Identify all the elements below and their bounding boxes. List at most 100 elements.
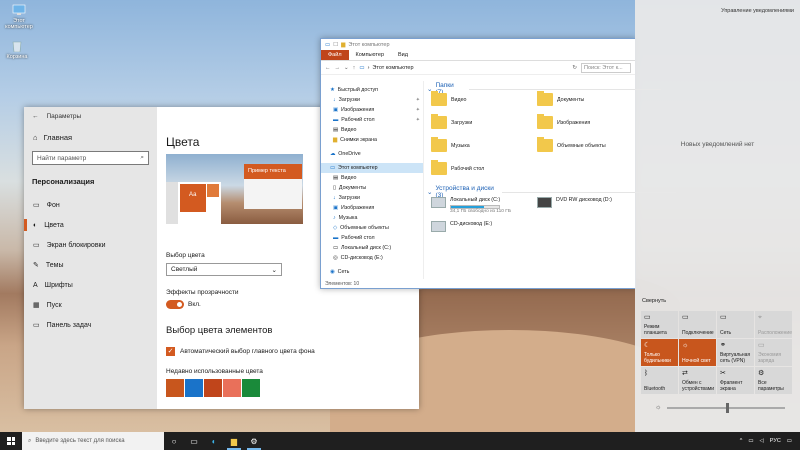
chevron-down-icon[interactable]: ⌄	[344, 65, 349, 71]
quick-action-location[interactable]: ⌖ Расположение	[755, 311, 792, 338]
start-button[interactable]	[0, 432, 22, 450]
slider-thumb[interactable]	[726, 402, 730, 413]
nav-pc-music[interactable]: ♪ Музыка	[321, 213, 423, 223]
moon-icon: ☾	[644, 342, 651, 349]
settings-nav-fonts[interactable]: A Шрифты	[24, 275, 157, 295]
nav-pc-3d-objects[interactable]: ◇ Объемные объекты	[321, 223, 423, 233]
brightness-slider[interactable]: ☼	[655, 402, 785, 413]
address-bar[interactable]: ▭ › Этот компьютер	[359, 63, 568, 73]
tab-view[interactable]: Вид	[391, 50, 415, 60]
color-swatch[interactable]	[166, 379, 184, 397]
settings-nav-themes[interactable]: ✎ Темы	[24, 255, 157, 275]
taskbar-app-explorer[interactable]: ▆	[224, 432, 244, 450]
folder-item[interactable]: Загрузки	[431, 114, 472, 129]
settings-nav-start[interactable]: ▦ Пуск	[24, 295, 157, 315]
task-view-button[interactable]: ○	[164, 432, 184, 450]
folder-item[interactable]: Видео	[431, 91, 466, 106]
cloud-icon: ☁	[330, 151, 336, 157]
nav-pc-documents[interactable]: ▯ Документы	[321, 183, 423, 193]
language-indicator[interactable]: РУС	[770, 438, 781, 444]
auto-accent-checkbox[interactable]: ✓ Автоматический выбор главного цвета фо…	[166, 347, 315, 356]
refresh-icon[interactable]: ↻	[572, 65, 577, 71]
settings-search-input[interactable]: Найти параметр ⌕	[32, 151, 149, 165]
back-icon[interactable]: ←	[325, 65, 331, 71]
drive-c[interactable]: Локальный диск (C:) 34,1 ГБ свободно из …	[431, 197, 511, 214]
windows-logo-icon	[7, 437, 15, 445]
settings-nav-background[interactable]: ▭ Фон	[24, 195, 157, 215]
volume-icon[interactable]: ◁	[760, 438, 764, 444]
nav-onedrive[interactable]: ☁ OneDrive	[321, 149, 423, 159]
explorer-search-input[interactable]: Поиск: Этот к...	[581, 62, 631, 73]
nav-network[interactable]: ◉ Сеть	[321, 267, 423, 277]
taskbar-app-edge[interactable]: ◐	[204, 432, 224, 450]
settings-nav-lock-screen[interactable]: ▭ Экран блокировки	[24, 235, 157, 255]
properties-icon[interactable]: ☐	[333, 42, 338, 48]
quick-action-vpn[interactable]: ⚭ Виртуальная сеть (VPN)	[717, 339, 754, 366]
nav-pc-videos[interactable]: ▤ Видео	[321, 173, 423, 183]
forward-icon[interactable]: →	[335, 65, 341, 71]
drive-icon: ▭	[333, 245, 339, 251]
notification-icon[interactable]: ▭	[787, 438, 792, 444]
settings-nav-colors[interactable]: ◐ Цвета	[24, 215, 157, 235]
color-swatch[interactable]	[242, 379, 260, 397]
quick-action-bluetooth[interactable]: ᛒ Bluetooth	[641, 367, 678, 394]
slider-track[interactable]	[667, 402, 785, 413]
settings-home-link[interactable]: ⌂ Главная	[24, 125, 157, 142]
nav-this-pc[interactable]: ▭ Этот компьютер	[321, 163, 423, 173]
chevron-up-icon[interactable]: ^	[740, 438, 743, 444]
nav-screenshots[interactable]: ▆ Снимки экрана	[321, 135, 423, 145]
drive-label: Локальный диск (C:)	[450, 197, 501, 203]
nav-videos[interactable]: ▤ Видео	[321, 125, 423, 135]
quick-action-screen-snip[interactable]: ✂ Фрагмент экрана	[717, 367, 754, 394]
folder-item[interactable]: Музыка	[431, 137, 470, 152]
nav-desktop[interactable]: ▬ Рабочий стол ✦	[321, 115, 423, 125]
transparency-toggle[interactable]: Вкл.	[166, 300, 201, 309]
nav-pc-pictures[interactable]: ▣ Изображения	[321, 203, 423, 213]
quick-action-alarms-only[interactable]: ☾ Только будильники	[641, 339, 678, 366]
quick-action-all-settings[interactable]: ⚙ Все параметры	[755, 367, 792, 394]
new-folder-icon[interactable]: ▆	[341, 42, 345, 48]
drive-d[interactable]: DVD RW дисковод (D:)	[537, 197, 612, 208]
taskbar-search-box[interactable]: ⌕ Введите здесь текст для поиска	[22, 432, 164, 450]
quick-action-network[interactable]: ▭ Сеть	[717, 311, 754, 338]
collapse-link[interactable]: Свернуть	[642, 298, 666, 304]
quick-action-tablet-mode[interactable]: ▭ Режим планшета	[641, 311, 678, 338]
nav-pc-drive-c[interactable]: ▭ Локальный диск (C:)	[321, 243, 423, 253]
recycle-bin-icon	[10, 40, 24, 53]
color-swatch[interactable]	[204, 379, 222, 397]
drive-e[interactable]: CD-дисковод (E:)	[431, 221, 492, 232]
taskbar-app-settings[interactable]: ⚙	[244, 432, 264, 450]
back-arrow-icon[interactable]: ←	[32, 113, 39, 120]
quick-action-connect[interactable]: ▭ Подключение	[679, 311, 716, 338]
desktop-icon-recycle-bin[interactable]: Корзина	[0, 40, 34, 60]
tab-computer[interactable]: Компьютер	[349, 50, 391, 60]
nav-quick-access[interactable]: ★ Быстрый доступ	[321, 85, 423, 95]
quick-action-battery-saver[interactable]: ▭ Экономия заряда	[755, 339, 792, 366]
color-swatch[interactable]	[185, 379, 203, 397]
pin-icon: ✦	[415, 97, 420, 103]
folder-item[interactable]: Документы	[537, 91, 584, 106]
folder-item[interactable]: Рабочий стол	[431, 160, 484, 175]
quick-action-night-light[interactable]: ☼ Ночной свет	[679, 339, 716, 366]
connect-icon: ▭	[682, 314, 689, 321]
quick-action-nearby-share[interactable]: ⇄ Обмен с устройствами	[679, 367, 716, 394]
nav-pc-downloads[interactable]: ↓ Загрузки	[321, 193, 423, 203]
desktop-icon-this-pc[interactable]: Этот компьютер	[2, 4, 36, 30]
tab-file[interactable]: Файл	[321, 50, 349, 60]
color-swatch[interactable]	[223, 379, 241, 397]
nav-downloads[interactable]: ↓ Загрузки ✦	[321, 95, 423, 105]
nav-pc-drive-e[interactable]: ◎ CD-дисковод (E:)	[321, 253, 423, 263]
folder-item[interactable]: Изображения	[537, 114, 590, 129]
toggle-switch[interactable]	[166, 300, 184, 309]
manage-notifications-link[interactable]: Управление уведомлениями	[721, 8, 794, 14]
explorer-address-row: ← → ⌄ ↑ ▭ › Этот компьютер ↻ Поиск: Этот…	[321, 61, 635, 75]
taskbar-app-people[interactable]: ▭	[184, 432, 204, 450]
nav-pc-desktop[interactable]: ▬ Рабочий стол	[321, 233, 423, 243]
color-mode-dropdown[interactable]: Светлый ⌄	[166, 263, 282, 276]
folder-item[interactable]: Объемные объекты	[537, 137, 606, 152]
settings-nav-taskbar[interactable]: ▭ Панель задач	[24, 315, 157, 335]
checkmark-icon[interactable]: ✓	[166, 347, 175, 356]
up-icon[interactable]: ↑	[353, 65, 356, 71]
network-icon[interactable]: ▭	[748, 438, 753, 444]
nav-pictures[interactable]: ▣ Изображения ✦	[321, 105, 423, 115]
